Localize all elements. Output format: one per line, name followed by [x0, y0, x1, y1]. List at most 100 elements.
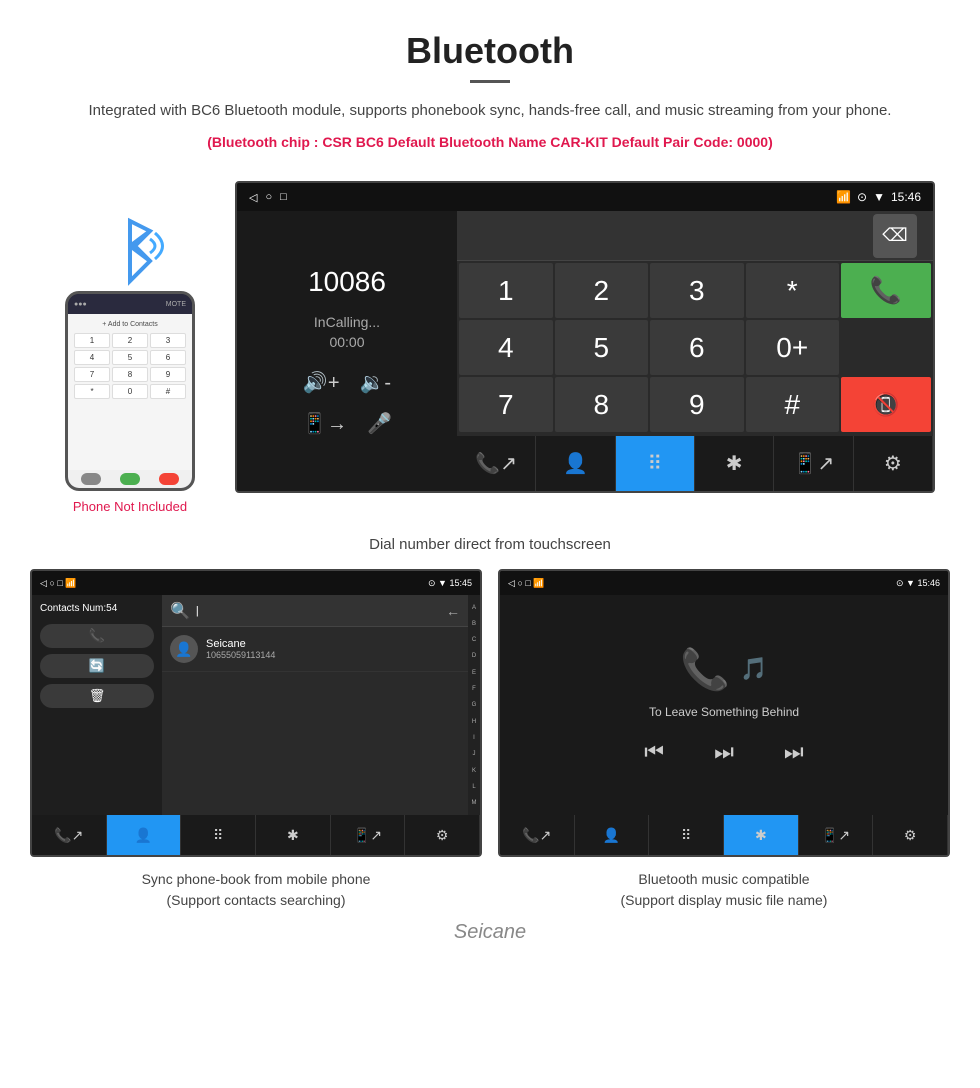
key-3[interactable]: 3	[650, 263, 744, 318]
c-bottom-dial[interactable]: ⠿	[181, 815, 256, 855]
phone-key-0: 0	[112, 384, 148, 399]
key-5[interactable]: 5	[555, 320, 649, 375]
delete-action-btn[interactable]: 🗑	[40, 684, 154, 708]
m-bottom-bt[interactable]: ✱	[724, 815, 799, 855]
key-4[interactable]: 4	[459, 320, 553, 375]
music-icon-area: 📞 🎵	[680, 646, 767, 693]
phone-key-1: 1	[74, 333, 110, 348]
phone-end-btn	[159, 473, 179, 485]
contacts-right-panel: 🔍 | ← 👤 Seicane 10655059113144	[162, 595, 468, 815]
phone-key-2: 2	[112, 333, 148, 348]
sync-action-btn[interactable]: 🔄	[40, 654, 154, 678]
key-0plus[interactable]: 0+	[746, 320, 840, 375]
prev-track-button[interactable]: ⏮	[644, 739, 664, 765]
keypad-display-row: ⌫	[457, 211, 933, 261]
end-call-button[interactable]: 📵	[841, 377, 931, 432]
caption-right: Bluetooth music compatible(Support displ…	[498, 869, 950, 911]
c-signal-icon: 📶	[65, 578, 76, 588]
music-status-bar: ◁ ○ □ 📶 ⊙ ▼ 15:46	[500, 571, 948, 595]
bottom-nav-bar: 📞↗ 👤 ⠿ ✱ 📱↗ ⚙	[457, 436, 933, 491]
android-dial-screen: ◁ ○ □ 📶 ⊙ ▼ 15:46 10086 InCalling... 00:…	[235, 181, 935, 493]
wifi-icon: ▼	[873, 190, 885, 204]
key-2[interactable]: 2	[555, 263, 649, 318]
main-screenshot-area: ●●● MOTE + Add to Contacts 1 2 3 4 5 6 7…	[0, 171, 980, 524]
phone-key-hash: #	[150, 384, 186, 399]
nav-home-icon: ○	[265, 191, 272, 204]
key-9[interactable]: 9	[650, 377, 744, 432]
bottom-bluetooth-icon[interactable]: ✱	[695, 436, 774, 491]
c-back-icon: ◁	[40, 578, 47, 588]
c-bottom-bt[interactable]: ✱	[256, 815, 331, 855]
contact-name: Seicane	[206, 638, 460, 650]
page-title: Bluetooth	[80, 30, 900, 72]
dial-info-panel: 10086 InCalling... 00:00 🔊+ 🔉- 📱→ 🎤	[237, 211, 457, 491]
m-bottom-transfer[interactable]: 📱↗	[799, 815, 874, 855]
key-7[interactable]: 7	[459, 377, 553, 432]
m-bottom-settings[interactable]: ⚙	[873, 815, 948, 855]
key-star[interactable]: *	[746, 263, 840, 318]
bottom-contacts-icon[interactable]: 👤	[536, 436, 615, 491]
c-bottom-transfer[interactable]: 📱↗	[331, 815, 406, 855]
music-note-icon: 🎵	[740, 656, 767, 682]
bluetooth-icon	[95, 211, 165, 291]
next-track-button[interactable]: ⏭	[784, 739, 804, 765]
m-bottom-contacts[interactable]: 👤	[575, 815, 650, 855]
mute-icon[interactable]: 🎤	[367, 411, 392, 436]
phone-add-contacts: + Add to Contacts	[72, 318, 188, 331]
key-hash[interactable]: #	[746, 377, 840, 432]
m-signal-icon: 📶	[533, 578, 544, 588]
c-bottom-settings[interactable]: ⚙	[405, 815, 480, 855]
volume-up-icon[interactable]: 🔊+	[303, 370, 340, 395]
music-playback-controls: ⏮ ⏭ ⏭	[644, 739, 803, 765]
keypad-grid: 1 2 3 * 📞 4 5 6 0+ 7 8 9 # 📵	[457, 261, 933, 436]
phone-key-8: 8	[112, 367, 148, 382]
status-left: ◁ ○ □	[249, 191, 287, 204]
bottom-phone-icon[interactable]: 📞↗	[457, 436, 536, 491]
volume-down-icon[interactable]: 🔉-	[360, 370, 392, 395]
c-wifi-icon: ⊙ ▼	[428, 578, 447, 588]
nav-recent-icon: □	[280, 191, 287, 204]
m-home-icon: ○	[517, 578, 522, 588]
phone-mockup-screen: + Add to Contacts 1 2 3 4 5 6 7 8 9 * 0 …	[68, 314, 192, 470]
search-backspace-icon[interactable]: ←	[446, 603, 460, 619]
music-body: 📞 🎵 To Leave Something Behind ⏮ ⏭ ⏭	[500, 595, 948, 815]
m-bottom-phone[interactable]: 📞↗	[500, 815, 575, 855]
m-bottom-dial[interactable]: ⠿	[649, 815, 724, 855]
c-recent-icon: □	[57, 578, 62, 588]
call-action-btn[interactable]: 📞	[40, 624, 154, 648]
music-time-area: ⊙ ▼ 15:46	[896, 578, 940, 589]
nav-back-icon: ◁	[249, 191, 257, 204]
phone-key-5: 5	[112, 350, 148, 365]
contacts-search-bar: 🔍 | ←	[162, 595, 468, 627]
play-pause-button[interactable]: ⏭	[714, 739, 734, 765]
title-divider	[470, 80, 510, 83]
search-icon: 🔍	[170, 601, 190, 621]
c-home-icon: ○	[49, 578, 54, 588]
call-status: InCalling...	[314, 314, 380, 330]
music-song-title: To Leave Something Behind	[649, 705, 799, 719]
bottom-dialpad-icon[interactable]: ⠿	[616, 436, 695, 491]
status-right: 📶 ⊙ ▼ 15:46	[836, 190, 921, 204]
call-button[interactable]: 📞	[841, 263, 931, 318]
location-icon: ⊙	[857, 190, 867, 204]
contacts-time: ⊙ ▼ 15:45	[428, 578, 472, 589]
phone-bottom-bar	[68, 470, 192, 488]
key-6[interactable]: 6	[650, 320, 744, 375]
bottom-settings-icon[interactable]: ⚙	[854, 436, 933, 491]
backspace-button[interactable]: ⌫	[873, 214, 917, 258]
c-time: 15:45	[449, 578, 472, 588]
bottom-transfer-icon[interactable]: 📱↗	[774, 436, 853, 491]
phone-not-included-label: Phone Not Included	[73, 499, 187, 514]
m-wifi-icon: ⊙ ▼	[896, 578, 915, 588]
key-1[interactable]: 1	[459, 263, 553, 318]
contact-info: Seicane 10655059113144	[206, 638, 460, 660]
c-bottom-contacts[interactable]: 👤	[107, 815, 182, 855]
m-time: 15:46	[917, 578, 940, 588]
signal-icons: 📶	[836, 190, 851, 204]
contacts-nav-icons: ◁ ○ □ 📶	[40, 578, 77, 589]
key-8[interactable]: 8	[555, 377, 649, 432]
c-bottom-phone[interactable]: 📞↗	[32, 815, 107, 855]
contact-list-item[interactable]: 👤 Seicane 10655059113144	[162, 627, 468, 672]
transfer-icon[interactable]: 📱→	[302, 411, 347, 436]
volume-controls: 🔊+ 🔉-	[303, 370, 391, 395]
